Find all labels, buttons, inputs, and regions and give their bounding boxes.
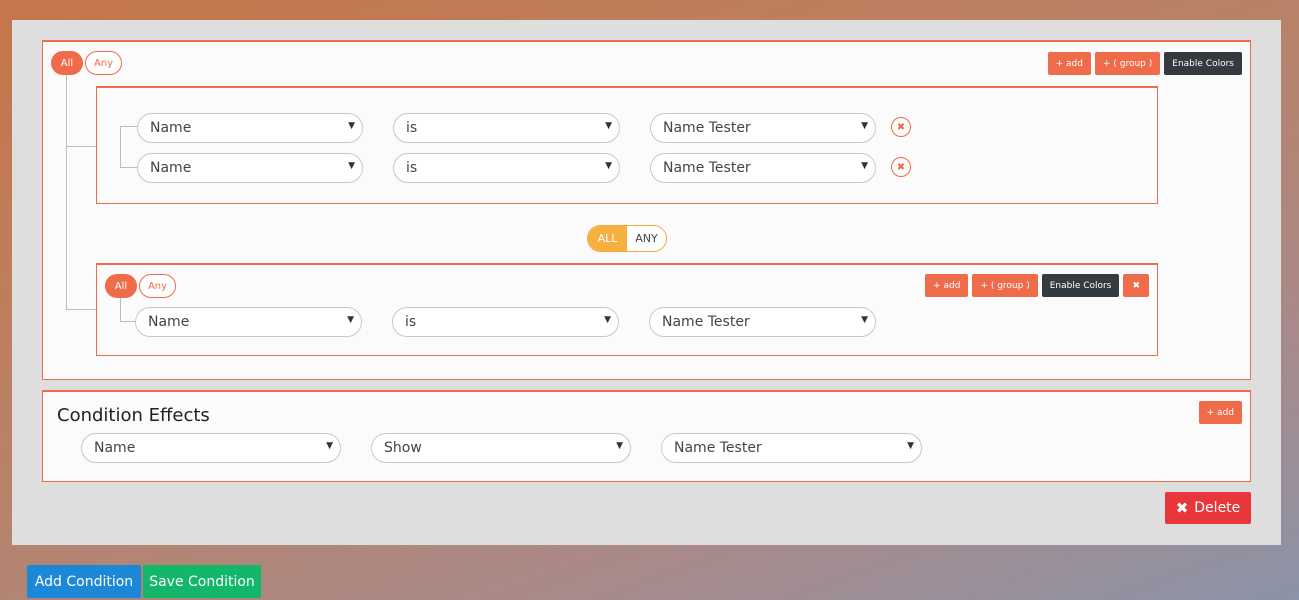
root-enable-colors-button[interactable]: Enable Colors [1164,52,1242,75]
group2-rule-1-value-select[interactable]: Name Tester ▼ [649,307,876,337]
rule-1-operator-value: is [406,120,418,136]
group2-remove-icon[interactable]: ✖ [1123,274,1149,297]
rule-2-remove-icon[interactable]: ✖ [891,157,911,177]
rule-1-field-value: Name [150,120,192,136]
tree-line [66,309,96,310]
rule-1-field-select[interactable]: Name ▼ [137,113,363,143]
group2-add-rule-button[interactable]: + add [925,274,969,297]
effect-field-select[interactable]: Name ▼ [81,433,341,463]
delete-label: Delete [1194,500,1241,516]
chevron-down-icon: ▼ [861,121,868,131]
tree-line [120,126,121,168]
group2-any-button[interactable]: Any [139,274,176,298]
group2-rule-1-field-value: Name [148,314,190,330]
chevron-down-icon: ▼ [347,315,354,325]
effect-field-value: Name [94,440,136,456]
group2-rule-1-operator-value: is [405,314,417,330]
group2-rule-1-field-select[interactable]: Name ▼ [135,307,362,337]
effect-value: Name Tester [674,440,762,456]
effect-action-value: Show [384,440,422,456]
tree-line [120,321,136,322]
root-add-group-button[interactable]: + ( group ) [1094,52,1161,75]
rule-2-operator-value: is [406,160,418,176]
effect-value-select[interactable]: Name Tester ▼ [661,433,922,463]
effect-action-select[interactable]: Show ▼ [371,433,631,463]
tree-line [66,75,67,310]
group2-rule-1-operator-select[interactable]: is ▼ [392,307,619,337]
condition-effects-box: Condition Effects + add Name ▼ Show ▼ Name… [42,390,1251,482]
chevron-down-icon: ▼ [616,441,623,451]
effects-actions: + add [1198,401,1242,424]
rule-1-remove-icon[interactable]: ✖ [891,117,911,137]
tree-line [120,126,138,127]
condition-effects-title: Condition Effects [57,405,210,426]
group2-actions: + add + ( group ) Enable Colors ✖ [925,274,1149,297]
group-connector-toggle: ALL ANY [587,225,667,252]
connector-all-button[interactable]: ALL [588,226,627,251]
sub-rule-group-2: All Any + add + ( group ) Enable Colors … [96,263,1158,356]
chevron-down-icon: ▼ [604,315,611,325]
effects-add-button[interactable]: + add [1198,401,1242,424]
root-any-button[interactable]: Any [85,51,122,75]
chevron-down-icon: ▼ [326,441,333,451]
root-actions: + add + ( group ) Enable Colors [1047,52,1242,75]
root-all-button[interactable]: All [51,51,83,75]
group2-all-any-switch: All Any [105,274,176,298]
condition-panel: All Any + add + ( group ) Enable Colors … [12,20,1281,545]
chevron-down-icon: ▼ [605,161,612,171]
chevron-down-icon: ▼ [605,121,612,131]
tree-line [66,146,96,147]
save-condition-button[interactable]: Save Condition [143,565,261,598]
delete-button[interactable]: ✖ Delete [1165,492,1251,524]
sub-rule-group-1: Name ▼ is ▼ Name Tester ▼ ✖ Name ▼ is ▼ Name … [96,86,1158,204]
chevron-down-icon: ▼ [907,441,914,451]
rule-2-field-value: Name [150,160,192,176]
root-add-rule-button[interactable]: + add [1047,52,1091,75]
group2-all-button[interactable]: All [105,274,137,298]
chevron-down-icon: ▼ [861,315,868,325]
rule-1-value-select[interactable]: Name Tester ▼ [650,113,876,143]
close-icon: ✖ [1175,499,1189,517]
tree-line [120,167,138,168]
rule-2-field-select[interactable]: Name ▼ [137,153,363,183]
group2-enable-colors-button[interactable]: Enable Colors [1041,274,1120,297]
chevron-down-icon: ▼ [348,161,355,171]
root-all-any-switch: All Any [51,51,122,75]
rule-2-operator-select[interactable]: is ▼ [393,153,620,183]
connector-any-button[interactable]: ANY [627,226,666,251]
chevron-down-icon: ▼ [861,161,868,171]
tree-line [120,298,121,321]
root-rule-group: All Any + add + ( group ) Enable Colors … [42,40,1251,380]
rule-1-operator-select[interactable]: is ▼ [393,113,620,143]
group2-rule-1-value: Name Tester [662,314,750,330]
rule-1-value: Name Tester [663,120,751,136]
rule-2-value: Name Tester [663,160,751,176]
rule-2-value-select[interactable]: Name Tester ▼ [650,153,876,183]
add-condition-button[interactable]: Add Condition [27,565,141,598]
group2-add-group-button[interactable]: + ( group ) [972,274,1038,297]
chevron-down-icon: ▼ [348,121,355,131]
